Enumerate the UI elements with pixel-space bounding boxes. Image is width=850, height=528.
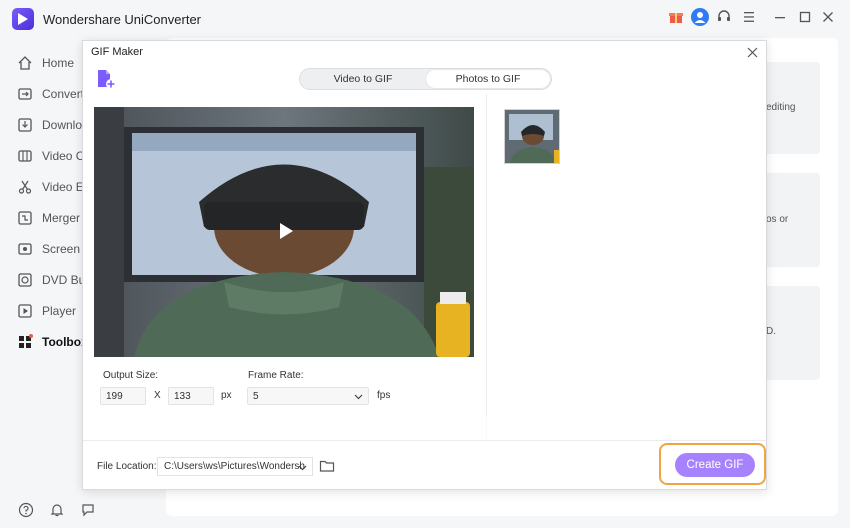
tool-card-text: D. (766, 326, 776, 337)
file-location-value: C:\Users\ws\Pictures\Wondersh (164, 461, 305, 472)
frame-rate-value: 5 (253, 390, 259, 402)
tool-card-text: os or (766, 214, 789, 225)
sidebar-item-label: Video C (42, 149, 85, 163)
mode-switch: Video to GIF Photos to GIF (299, 68, 552, 90)
sidebar-item-downloader[interactable]: Downlo (0, 112, 82, 138)
gift-icon[interactable] (666, 7, 686, 27)
sidebar-item-converter[interactable]: Converte (0, 81, 91, 107)
create-gif-button[interactable]: Create GIF (675, 453, 755, 477)
sidebar-item-toolbox[interactable]: Toolbox (0, 329, 88, 355)
file-location-select[interactable]: C:\Users\ws\Pictures\Wondersh (157, 457, 313, 476)
size-separator: X (154, 390, 161, 401)
player-icon (16, 302, 34, 320)
minimize-icon[interactable] (770, 7, 790, 27)
content-area: Output Size: 199 X 133 px Frame Rate: 5 … (83, 94, 766, 441)
fps-unit: fps (377, 390, 391, 401)
preview-pane: Output Size: 199 X 133 px Frame Rate: 5 … (83, 94, 486, 441)
width-input[interactable]: 199 (100, 387, 146, 405)
headset-icon[interactable] (714, 7, 734, 27)
home-icon (16, 54, 34, 72)
sidebar-item-video-editor[interactable]: Video Ec (0, 174, 90, 200)
dialog-close-icon[interactable] (744, 44, 760, 60)
app-title: Wondershare UniConverter (43, 12, 201, 27)
merger-icon (16, 209, 34, 227)
folder-icon[interactable] (319, 458, 335, 474)
user-avatar-icon[interactable] (690, 7, 710, 27)
chevron-down-icon (354, 392, 363, 404)
sidebar-item-dvd-burner[interactable]: DVD Bu (0, 267, 86, 293)
notification-bell-icon[interactable] (47, 500, 67, 520)
frame-rate-select[interactable]: 5 (247, 387, 369, 405)
sidebar-item-label: Toolbox (42, 335, 88, 349)
sidebar-item-label: DVD Bu (42, 273, 86, 287)
tab-photos-to-gif[interactable]: Photos to GIF (426, 70, 550, 88)
help-icon[interactable] (16, 500, 36, 520)
chevron-down-icon (298, 463, 307, 475)
file-location-label: File Location: (97, 461, 157, 472)
gif-maker-dialog: GIF Maker Video to GIF Photos to GIF Out… (82, 40, 767, 490)
sidebar-item-label: Player (42, 304, 77, 318)
menu-icon[interactable] (739, 7, 759, 27)
uniconverter-logo-icon (12, 8, 34, 30)
photo-thumbnail[interactable] (504, 109, 560, 164)
sidebar-item-label: Downlo (42, 118, 83, 132)
sidebar-item-label: Merger (42, 211, 81, 225)
maximize-icon[interactable] (795, 7, 815, 27)
video-edit-icon (16, 178, 34, 196)
size-unit: px (221, 390, 232, 401)
feedback-icon[interactable] (78, 500, 98, 520)
sidebar: Home Converte Downlo Video C Video Ec Me… (0, 36, 91, 528)
height-input[interactable]: 133 (168, 387, 214, 405)
video-compress-icon (16, 147, 34, 165)
play-icon[interactable] (278, 222, 294, 240)
screen-recorder-icon (16, 240, 34, 258)
title-bar: Wondershare UniConverter (0, 0, 850, 36)
add-file-icon[interactable] (95, 68, 117, 90)
footer-divider (83, 440, 766, 441)
dvd-burner-icon (16, 271, 34, 289)
photo-list-pane (487, 94, 766, 441)
dialog-title: GIF Maker (91, 46, 143, 58)
sidebar-item-screen-recorder[interactable]: Screen F (0, 236, 91, 262)
download-icon (16, 116, 34, 134)
sidebar-item-label: Home (42, 56, 75, 70)
close-icon[interactable] (818, 7, 838, 27)
tool-card-text: editing (766, 102, 796, 113)
sidebar-item-merger[interactable]: Merger (0, 205, 82, 231)
video-preview[interactable] (94, 107, 474, 357)
create-button-highlight: Create GIF (659, 443, 766, 485)
sidebar-item-video-compressor[interactable]: Video C (0, 143, 85, 169)
sidebar-item-home[interactable]: Home (0, 50, 82, 76)
sidebar-item-player[interactable]: Player (0, 298, 82, 324)
tab-video-to-gif[interactable]: Video to GIF (301, 70, 425, 88)
output-size-label: Output Size: (103, 370, 159, 381)
convert-icon (16, 85, 34, 103)
toolbox-icon (16, 333, 34, 351)
frame-rate-label: Frame Rate: (248, 370, 304, 381)
